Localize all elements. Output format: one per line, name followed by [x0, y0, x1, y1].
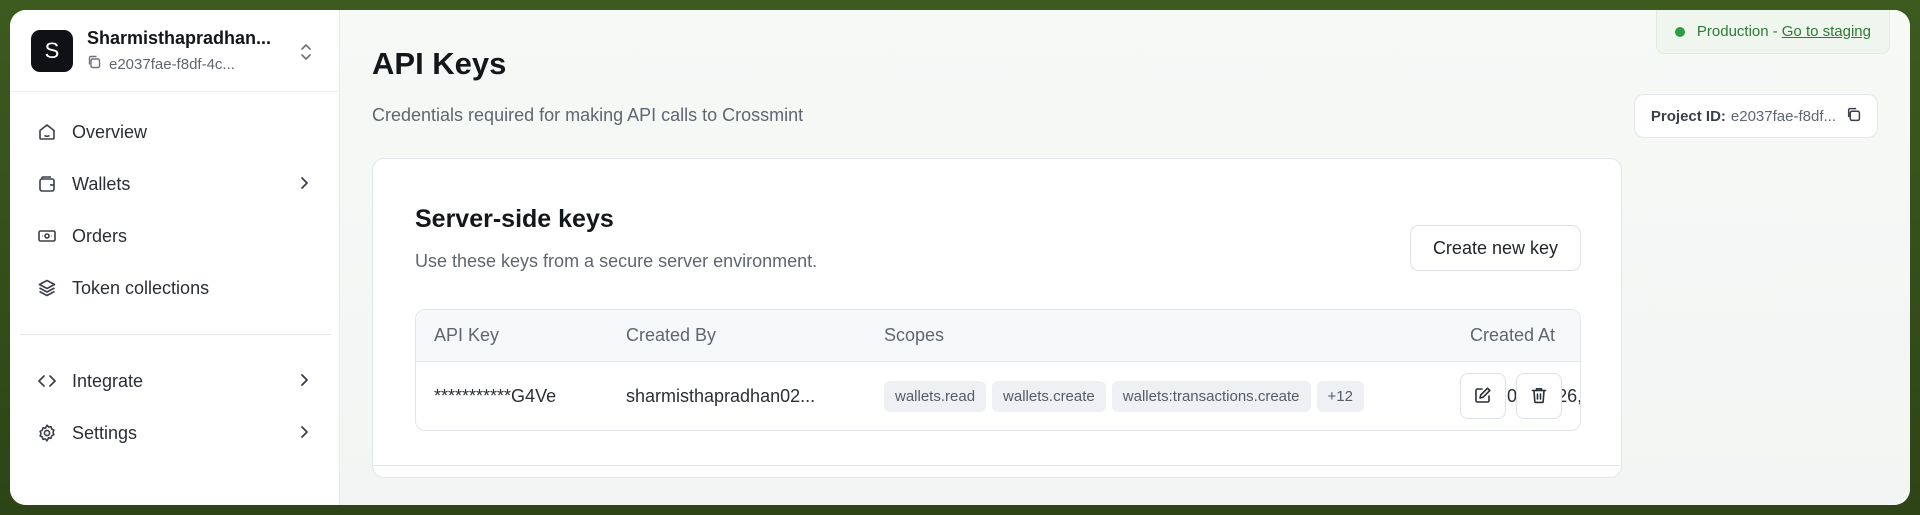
chevron-right-icon — [299, 372, 309, 393]
row-actions — [1450, 373, 1562, 419]
sidebar-item-label: Integrate — [72, 370, 144, 391]
home-icon — [36, 121, 58, 143]
sidebar-nav: Overview Wallets Orders Token collection… — [10, 92, 339, 459]
sidebar-item-token-collections[interactable]: Token collections — [10, 262, 339, 314]
sidebar-divider — [20, 334, 331, 335]
api-key-value: ***********G4Ve — [434, 385, 557, 406]
trash-icon — [1530, 386, 1548, 407]
status-dot — [1674, 26, 1685, 37]
api-keys-table: API Key Created By Scopes Created At ***… — [415, 309, 1581, 431]
delete-button[interactable] — [1516, 373, 1562, 419]
sidebar-item-label: Token collections — [72, 277, 210, 298]
column-header: Created At — [1470, 325, 1556, 345]
sidebar-item-overview[interactable]: Overview — [10, 106, 339, 158]
created-by-value: sharmisthapradhan02... — [626, 385, 816, 406]
avatar: S — [31, 29, 73, 72]
column-header: API Key — [434, 325, 500, 345]
scope-badge: wallets.read — [884, 380, 987, 412]
sidebar-item-integrate[interactable]: Integrate — [10, 355, 339, 407]
environment-banner: Production - Go to staging — [1655, 10, 1890, 54]
edit-button[interactable] — [1460, 373, 1506, 419]
project-id-chip: Project ID: e2037fae-f8df... — [1633, 94, 1878, 138]
create-new-key-button[interactable]: Create new key — [1409, 225, 1581, 271]
go-to-staging-link[interactable]: Go to staging — [1782, 23, 1871, 40]
page-subtitle: Credentials required for making API call… — [372, 105, 804, 125]
project-id-value: e2037fae-f8df... — [1730, 107, 1836, 125]
account-name: Sharmisthapradhan... — [87, 28, 272, 48]
edit-icon — [1474, 386, 1492, 407]
sidebar-item-label: Settings — [72, 422, 138, 443]
copy-icon[interactable] — [87, 55, 101, 73]
scopes-list: wallets.read wallets.create wallets:tran… — [884, 362, 1370, 430]
section-title: Server-side keys — [415, 205, 614, 233]
sidebar-item-label: Orders — [72, 225, 128, 246]
table-header: API Key Created By Scopes Created At — [416, 310, 1580, 362]
copy-icon[interactable] — [1846, 107, 1861, 126]
gear-icon — [36, 422, 58, 444]
column-header: Scopes — [884, 325, 945, 345]
section-divider — [373, 465, 1621, 466]
app-window: S Sharmisthapradhan... e2037fae-f8df-4c.… — [10, 10, 1910, 505]
table-row: ***********G4Ve sharmisthapradhan02... w… — [416, 362, 1580, 430]
sidebar-item-settings[interactable]: Settings — [10, 407, 339, 459]
account-id: e2037fae-f8df-4c... — [109, 55, 235, 73]
server-keys-card: Server-side keys Use these keys from a s… — [372, 158, 1622, 478]
chevron-right-icon — [299, 175, 309, 196]
main-content: Production - Go to staging API Keys Cred… — [340, 10, 1910, 505]
sidebar: S Sharmisthapradhan... e2037fae-f8df-4c.… — [10, 10, 340, 505]
scope-badge: wallets.create — [992, 380, 1106, 412]
account-switcher[interactable]: S Sharmisthapradhan... e2037fae-f8df-4c.… — [10, 10, 339, 92]
code-icon — [36, 370, 58, 392]
section-subtitle: Use these keys from a secure server envi… — [415, 251, 818, 271]
sidebar-item-wallets[interactable]: Wallets — [10, 158, 339, 210]
sidebar-item-label: Overview — [72, 121, 148, 142]
column-header: Created By — [626, 325, 717, 345]
scope-badge: wallets:transactions.create — [1111, 380, 1311, 412]
orders-icon — [36, 225, 58, 247]
page-title: API Keys — [372, 46, 507, 81]
environment-label: Production - — [1696, 23, 1778, 40]
sidebar-item-orders[interactable]: Orders — [10, 210, 339, 262]
sidebar-item-label: Wallets — [72, 173, 131, 194]
wallet-icon — [36, 173, 58, 195]
chevron-up-down-icon[interactable] — [299, 42, 313, 67]
chevron-right-icon — [299, 424, 309, 445]
project-id-label: Project ID: — [1650, 107, 1726, 125]
more-scopes-badge[interactable]: +12 — [1316, 380, 1364, 412]
layers-icon — [36, 277, 58, 299]
